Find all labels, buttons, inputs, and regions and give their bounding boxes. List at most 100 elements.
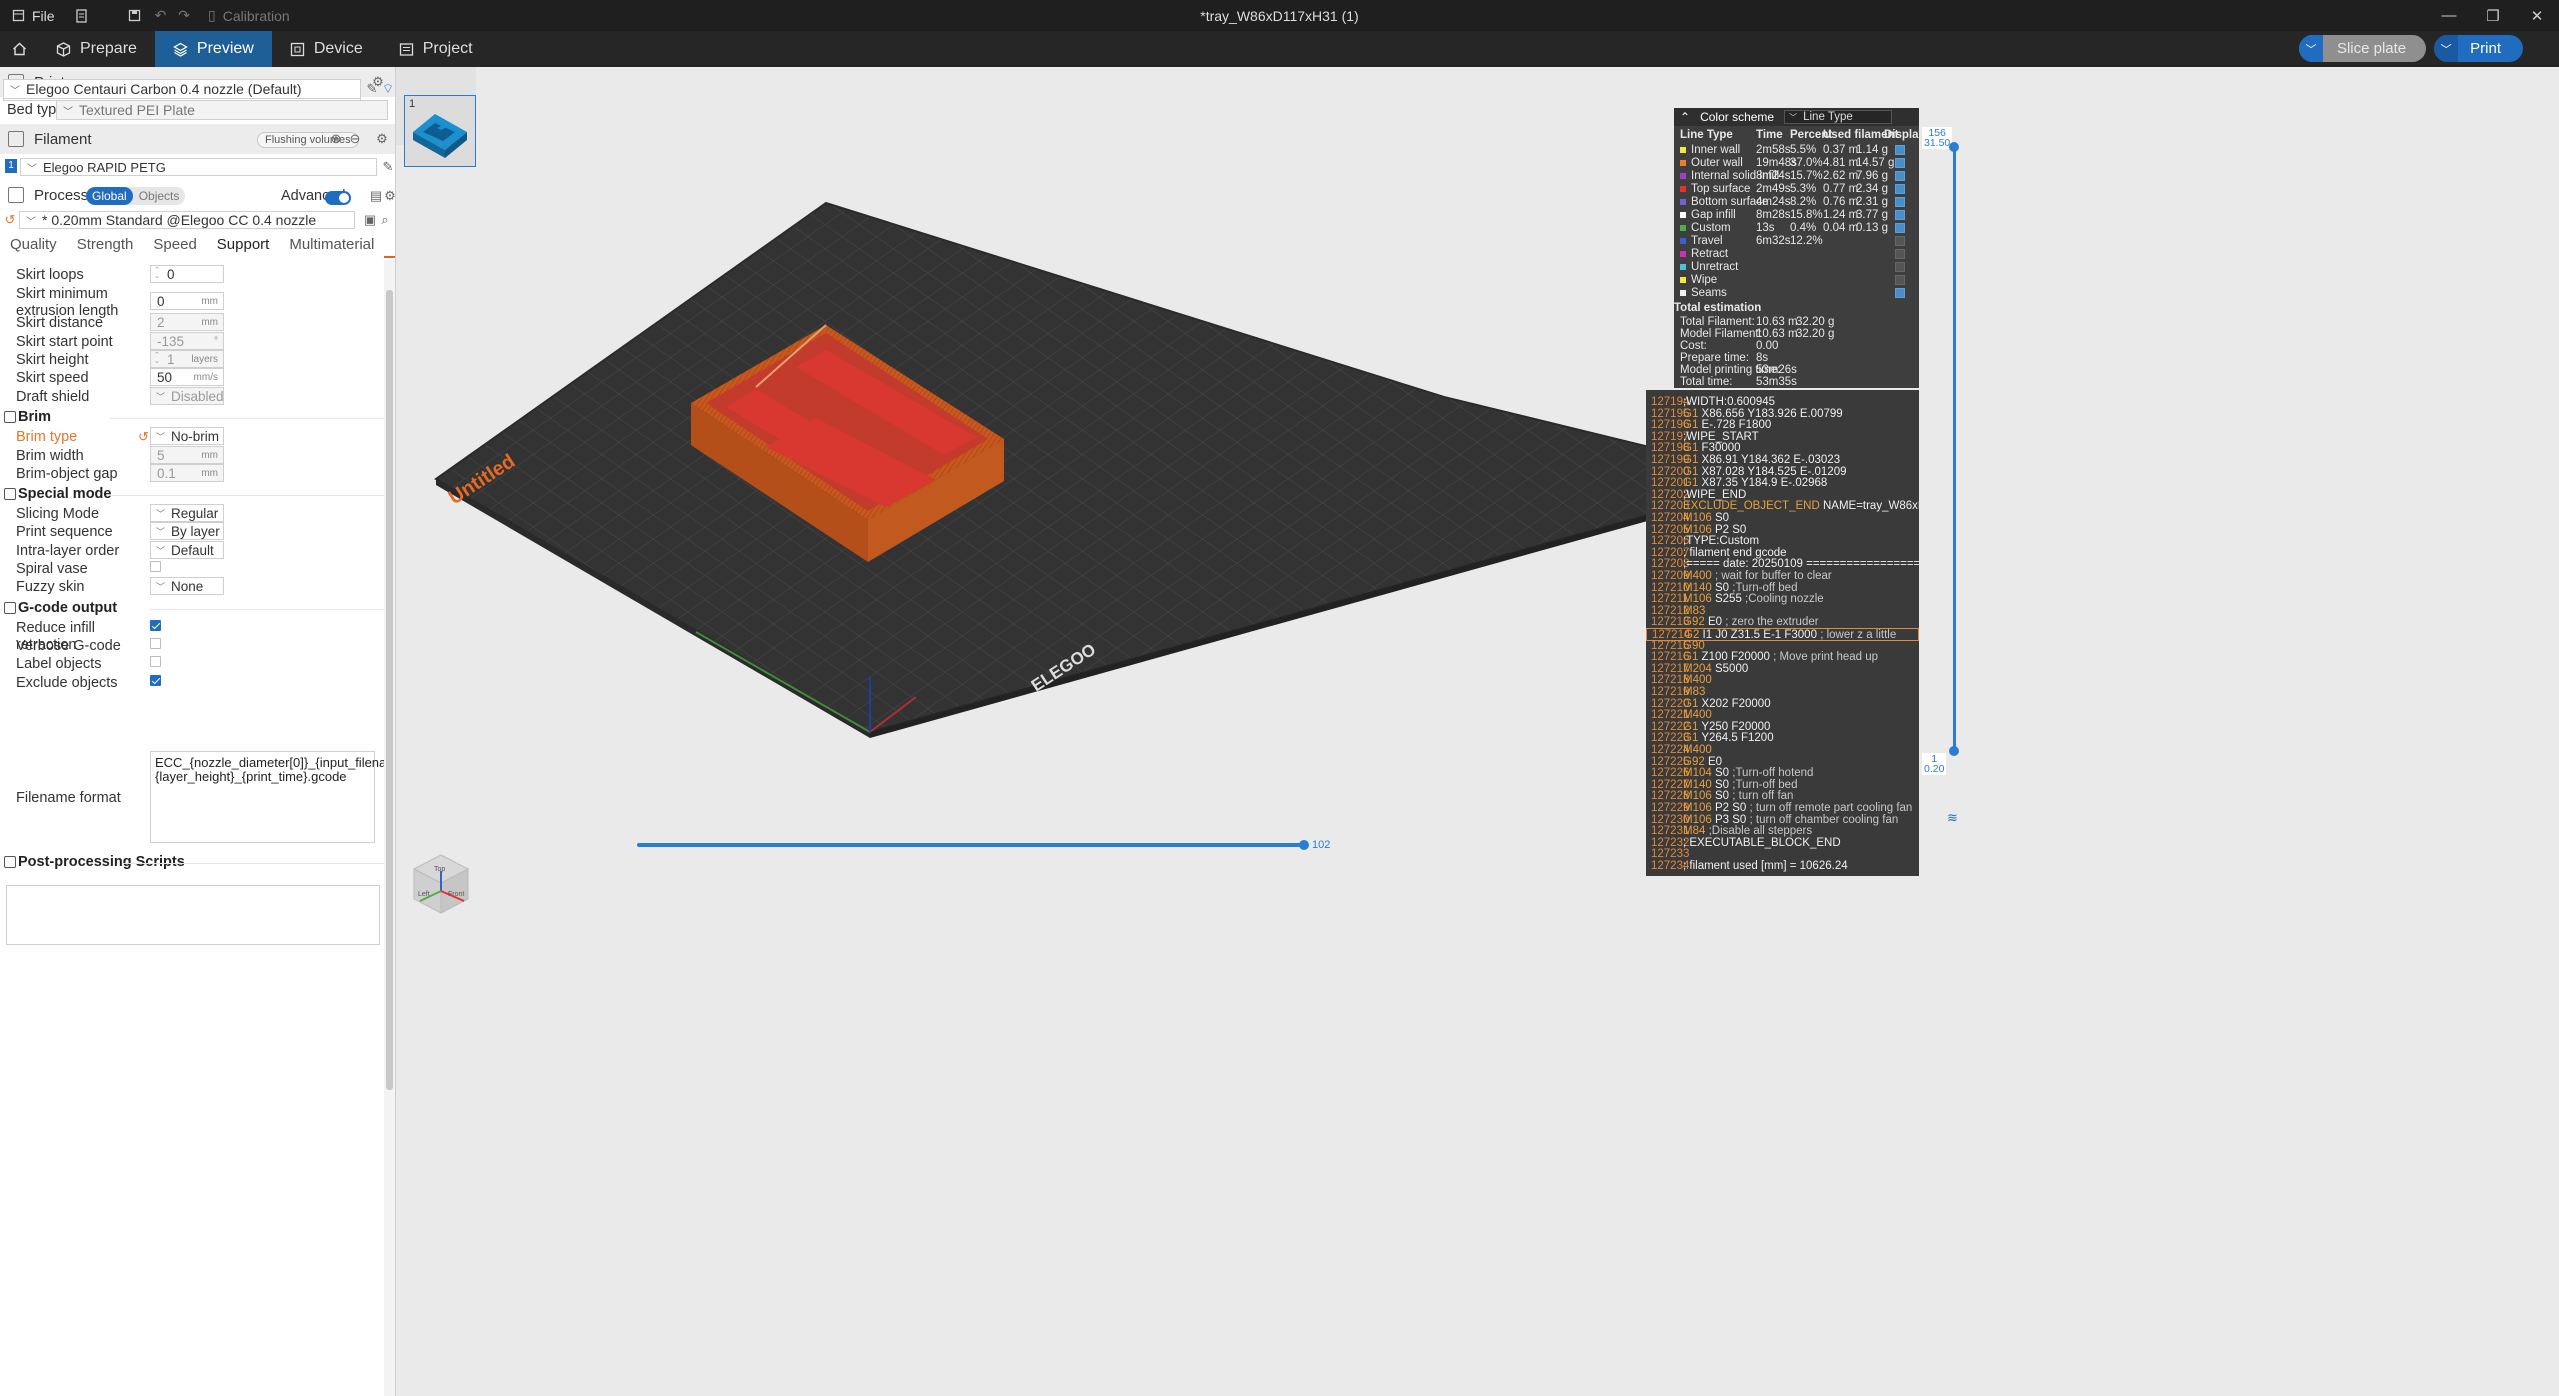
move-slider-handle[interactable] [1299, 840, 1309, 850]
maximize-icon[interactable]: ❐ [2471, 0, 2515, 31]
gcode-line-body: G1 Z100 F20000 ; Move print head up [1683, 651, 1878, 663]
skirt-speed-input[interactable]: 50 mm/s [150, 368, 224, 386]
file-menu[interactable]: File [0, 0, 67, 31]
new-project-button[interactable] [67, 0, 96, 31]
home-button[interactable] [0, 31, 38, 67]
save-preset-icon[interactable]: ▣ [362, 212, 378, 228]
tab-prepare[interactable]: Prepare [38, 31, 155, 67]
gcode-arguments: X87.028 Y184.525 E-.01209 [1701, 465, 1847, 478]
layer-slider-bottom-handle[interactable] [1949, 746, 1959, 756]
seg-global[interactable]: Global [86, 187, 133, 205]
layer-slider-track[interactable] [1953, 147, 1956, 751]
chevron-down-icon[interactable]: ﹀ [2298, 35, 2323, 62]
slice-plate-button[interactable]: ﹀ Slice plate [2298, 35, 2427, 62]
file-icon [12, 9, 25, 22]
skirt-distance-input[interactable]: 2 mm [150, 313, 224, 331]
setting-skirt-distance: Skirt distance 2 mm [0, 313, 384, 333]
fuzzy-skin-select[interactable]: ﹀ None [150, 577, 224, 595]
display-toggle[interactable] [1895, 262, 1905, 272]
post-processing-scripts-textarea[interactable] [6, 885, 380, 945]
filament-select[interactable]: ﹀ Elegoo RAPID PETG [20, 158, 377, 176]
view-navigation-cube[interactable]: Top Left Front [406, 851, 476, 921]
undo-button[interactable]: ↶ [149, 0, 173, 31]
layers-toggle-icon[interactable]: ≋ [1947, 810, 1958, 826]
display-toggle[interactable] [1895, 171, 1905, 181]
tab-device[interactable]: Device [272, 31, 381, 67]
wifi-icon[interactable]: ⌔ [380, 81, 395, 97]
tab-preview[interactable]: Preview [154, 31, 272, 67]
display-toggle[interactable] [1895, 197, 1905, 207]
skirt-height-input[interactable]: ⌃ ⌄ 1 layers [150, 350, 224, 368]
display-toggle[interactable] [1895, 249, 1905, 259]
skirt-loops-input[interactable]: ⌃ ⌄ 0 [150, 265, 224, 283]
verbose-gcode-checkbox[interactable] [150, 638, 161, 649]
slicing-mode-select[interactable]: ﹀ Regular [150, 504, 224, 522]
search-icon[interactable]: ⌕ [377, 212, 393, 228]
intra-layer-select[interactable]: ﹀ Default [150, 541, 224, 559]
advanced-toggle[interactable] [325, 191, 351, 205]
3d-viewport[interactable]: ‹› 1 [396, 67, 2559, 1396]
close-icon[interactable]: ✕ [2515, 0, 2559, 31]
brim-width-input[interactable]: 5 mm [150, 446, 224, 464]
draft-shield-select[interactable]: ﹀ Disabled [150, 387, 224, 405]
reset-icon[interactable]: ↺ [2, 212, 18, 228]
edit-printer-icon[interactable]: ✎ [364, 81, 380, 97]
save-button[interactable] [120, 0, 149, 31]
display-toggle[interactable] [1895, 158, 1905, 168]
setting-intra-layer-order: Intra-layer order ﹀ Default [0, 541, 384, 561]
tab-project[interactable]: Project [381, 31, 491, 67]
tab-support[interactable]: Support [207, 236, 280, 258]
gcode-line-body: ; filament used [mm] = 10626.24 [1683, 860, 1848, 872]
display-toggle[interactable] [1895, 223, 1905, 233]
bed-type-select[interactable]: ﹀ Textured PEI Plate [56, 100, 388, 120]
process-scope-toggle[interactable]: Global Objects [86, 187, 186, 205]
display-toggle[interactable] [1895, 184, 1905, 194]
reduce-infill-retraction-checkbox[interactable] [150, 620, 161, 631]
printer-combo[interactable]: ﹀ Elegoo Centauri Carbon 0.4 nozzle (Def… [3, 79, 361, 99]
display-toggle[interactable] [1895, 275, 1905, 285]
chevron-down-icon[interactable]: ﹀ [2434, 35, 2459, 62]
collapse-icon[interactable]: ⌃ [1680, 110, 1690, 124]
seg-objects[interactable]: Objects [133, 187, 186, 205]
display-toggle[interactable] [1895, 210, 1905, 220]
add-filament-icon[interactable]: ⊕ [328, 131, 344, 147]
redo-button[interactable]: ↷ [172, 0, 196, 31]
print-sequence-select[interactable]: ﹀ By layer [150, 522, 224, 540]
color-scheme-select[interactable]: ﹀ Line Type [1784, 110, 1893, 124]
brim-gap-input[interactable]: 0.1 mm [150, 464, 224, 482]
filename-format-textarea[interactable]: ECC_{nozzle_diameter[0]}_{input_filename… [150, 751, 384, 843]
brim-type-select[interactable]: ﹀ No-brim [150, 427, 224, 445]
skirt-min-length-input[interactable]: 0 mm [150, 292, 224, 310]
line-type-swatch [1680, 251, 1686, 257]
display-toggle[interactable] [1895, 145, 1905, 155]
layer-slider-top-handle[interactable] [1949, 142, 1959, 152]
reset-icon[interactable]: ↺ [138, 429, 149, 445]
filament-settings-icon[interactable]: ⚙ [374, 131, 390, 147]
tab-strength[interactable]: Strength [67, 236, 144, 258]
tab-quality[interactable]: Quality [0, 236, 67, 258]
remove-filament-icon[interactable]: ⊖ [347, 131, 363, 147]
redo-icon: ↷ [178, 7, 191, 23]
setting-label: Slicing Mode [16, 506, 100, 522]
spiral-vase-checkbox[interactable] [150, 561, 161, 572]
tab-multimaterial[interactable]: Multimaterial [279, 236, 384, 258]
label-objects-checkbox[interactable] [150, 656, 161, 667]
display-toggle[interactable] [1895, 236, 1905, 246]
gcode-line-body: G92 E0 [1683, 756, 1722, 768]
display-toggle[interactable] [1895, 288, 1905, 298]
process-settings-icon[interactable]: ⚙ [382, 188, 395, 204]
tab-speed[interactable]: Speed [143, 236, 206, 258]
move-slider-track[interactable] [637, 843, 1303, 847]
gcode-line-body: M400 ; wait for buffer to clear [1683, 570, 1832, 582]
tab-others[interactable]: Others [384, 236, 395, 258]
gcode-viewer[interactable]: 127194 ;WIDTH:0.600945 127195 G1 X86.656 Y1… [1646, 390, 1919, 876]
settings-scrollbar[interactable] [384, 260, 395, 1396]
process-preset-select[interactable]: ﹀ * 0.20mm Standard @Elegoo CC 0.4 nozzl… [19, 211, 355, 229]
filament-slot-badge[interactable]: 1 [5, 159, 17, 173]
skirt-start-input[interactable]: -135 ° [150, 332, 224, 350]
edit-filament-icon[interactable]: ✎ [380, 159, 395, 175]
minimize-icon[interactable]: — [2427, 0, 2471, 31]
exclude-objects-checkbox[interactable] [150, 675, 161, 686]
calibration-menu[interactable]: ▯ Calibration [196, 0, 302, 31]
print-button[interactable]: ﹀ Print [2434, 35, 2523, 62]
